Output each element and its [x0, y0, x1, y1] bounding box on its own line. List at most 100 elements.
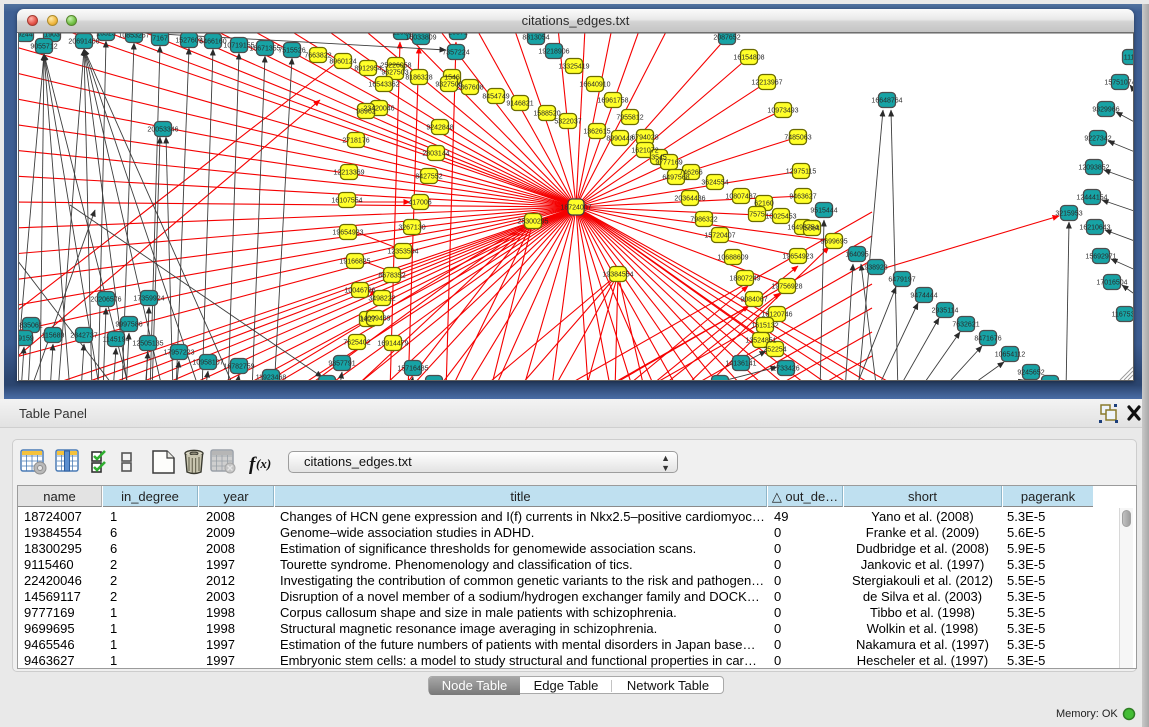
svg-text:20691406: 20691406 [68, 39, 99, 46]
svg-text:9244: 9244 [18, 33, 33, 39]
svg-text:8427552: 8427552 [415, 174, 442, 181]
svg-text:14136141: 14136141 [725, 361, 756, 368]
svg-text:62160: 62160 [754, 201, 774, 208]
svg-text:7632621: 7632621 [952, 322, 979, 329]
svg-text:8186328: 8186328 [405, 75, 432, 82]
svg-text:13325419: 13325419 [558, 64, 589, 71]
svg-text:10025453: 10025453 [765, 214, 796, 221]
svg-text:1546: 1546 [444, 75, 460, 82]
svg-text:16210643: 16210643 [1079, 225, 1110, 232]
svg-text:12353594: 12353594 [387, 249, 418, 256]
svg-text:9055712: 9055712 [30, 44, 57, 51]
svg-text:15751074: 15751074 [1104, 80, 1134, 87]
svg-text:16648764: 16648764 [871, 98, 902, 105]
svg-text:1117: 1117 [1124, 55, 1134, 62]
svg-text:16782759: 16782759 [223, 364, 254, 371]
svg-text:16914479: 16914479 [377, 341, 408, 348]
svg-text:1145194: 1145194 [103, 337, 130, 344]
svg-text:19654923: 19654923 [782, 254, 813, 261]
svg-text:16033809: 16033809 [405, 35, 436, 42]
svg-text:7515526: 7515526 [278, 48, 305, 55]
svg-text:20871: 20871 [448, 33, 468, 37]
svg-text:9245652: 9245652 [1017, 370, 1044, 377]
svg-text:16640910: 16640910 [579, 82, 610, 89]
svg-text:9227342: 9227342 [1084, 136, 1111, 143]
svg-text:2867608: 2867608 [456, 85, 483, 92]
svg-text:25300295: 25300295 [517, 219, 548, 226]
svg-text:20364436: 20364436 [674, 196, 705, 203]
svg-text:10688609: 10688609 [717, 255, 748, 262]
svg-text:12444154: 12444154 [1076, 195, 1107, 202]
svg-text:1903: 1903 [44, 33, 60, 39]
svg-text:16154808: 16154808 [733, 55, 764, 62]
svg-text:10853267: 10853267 [118, 33, 149, 40]
svg-text:17016504: 17016504 [1096, 280, 1127, 287]
svg-text:19384554: 19384554 [602, 272, 633, 279]
svg-text:19654923: 19654923 [332, 230, 363, 237]
svg-text:115689: 115689 [42, 333, 65, 340]
svg-text:2087652: 2087652 [713, 35, 740, 42]
svg-text:9242848: 9242848 [426, 125, 453, 132]
svg-text:9997586: 9997586 [115, 322, 142, 329]
svg-text:8960124: 8960124 [329, 59, 356, 66]
svg-text:16323: 16323 [96, 33, 116, 38]
svg-text:5322037: 5322037 [554, 119, 581, 126]
svg-text:7955812: 7955812 [616, 115, 643, 122]
svg-text:3215953: 3215953 [1055, 211, 1082, 218]
svg-text:9329966: 9329966 [1092, 107, 1119, 114]
svg-text:9699695: 9699695 [820, 239, 847, 246]
svg-text:12213967: 12213967 [751, 80, 782, 87]
svg-text:19756928: 19756928 [771, 284, 802, 291]
svg-text:1733426: 1733426 [772, 366, 799, 373]
svg-text:9777169: 9777169 [655, 160, 682, 167]
svg-text:9857791: 9857791 [328, 361, 355, 368]
svg-text:7167: 7167 [152, 36, 168, 43]
svg-text:14099489: 14099489 [359, 316, 390, 323]
svg-text:19218906: 19218906 [538, 49, 569, 56]
svg-text:7485063: 7485063 [784, 135, 811, 142]
svg-text:10807487: 10807487 [725, 194, 756, 201]
svg-text:10654112: 10654112 [995, 352, 1026, 359]
svg-text:10046786: 10046786 [344, 288, 375, 295]
svg-text:9146821: 9146821 [506, 101, 533, 108]
svg-text:9515444: 9515444 [810, 208, 837, 215]
svg-text:8454749: 8454749 [482, 94, 509, 101]
svg-text:8912954: 8912954 [354, 66, 381, 73]
svg-text:1621072: 1621072 [631, 148, 658, 155]
svg-text:252254: 252254 [763, 347, 786, 354]
svg-text:164095: 164095 [845, 252, 868, 259]
svg-text:12505135: 12505135 [132, 341, 163, 348]
svg-text:(x): (x) [256, 456, 271, 471]
svg-text:7625402: 7625402 [343, 340, 370, 347]
svg-text:15716485: 15716485 [397, 366, 428, 373]
svg-text:1588520: 1588520 [533, 111, 560, 118]
svg-text:6794028: 6794028 [631, 135, 658, 142]
svg-text:16961758: 16961758 [597, 98, 628, 105]
svg-text:8813054: 8813054 [522, 35, 549, 42]
svg-text:5864: 5864 [804, 226, 820, 233]
svg-text:7986322: 7986322 [690, 217, 717, 224]
svg-text:16120746: 16120746 [761, 312, 792, 319]
svg-text:17957223: 17957223 [163, 350, 194, 357]
svg-text:3624554: 3624554 [701, 180, 728, 187]
svg-text:18807249: 18807249 [729, 276, 760, 283]
svg-text:2718176: 2718176 [342, 138, 369, 145]
svg-text:2803144: 2803144 [422, 151, 449, 158]
svg-text:19166825: 19166825 [339, 259, 370, 266]
svg-text:1362615: 1362615 [583, 129, 610, 136]
svg-text:17359924: 17359924 [133, 296, 164, 303]
svg-text:15692971: 15692971 [1085, 254, 1116, 261]
svg-text:9463627: 9463627 [789, 194, 816, 201]
svg-text:10958107: 10958107 [192, 360, 223, 367]
svg-text:25226058: 25226058 [380, 63, 411, 70]
svg-text:3498222: 3498222 [368, 296, 395, 303]
svg-text:12975115: 12975115 [786, 169, 817, 176]
svg-text:7663822: 7663822 [304, 53, 331, 60]
svg-text:7357224: 7357224 [442, 50, 469, 57]
svg-text:417006: 417006 [408, 200, 431, 207]
svg-text:8990448: 8990448 [606, 136, 633, 143]
svg-text:6497568: 6497568 [662, 175, 689, 182]
svg-text:13524851: 13524851 [745, 338, 776, 345]
svg-text:3267130: 3267130 [398, 225, 425, 232]
svg-text:9474444: 9474444 [910, 293, 937, 300]
